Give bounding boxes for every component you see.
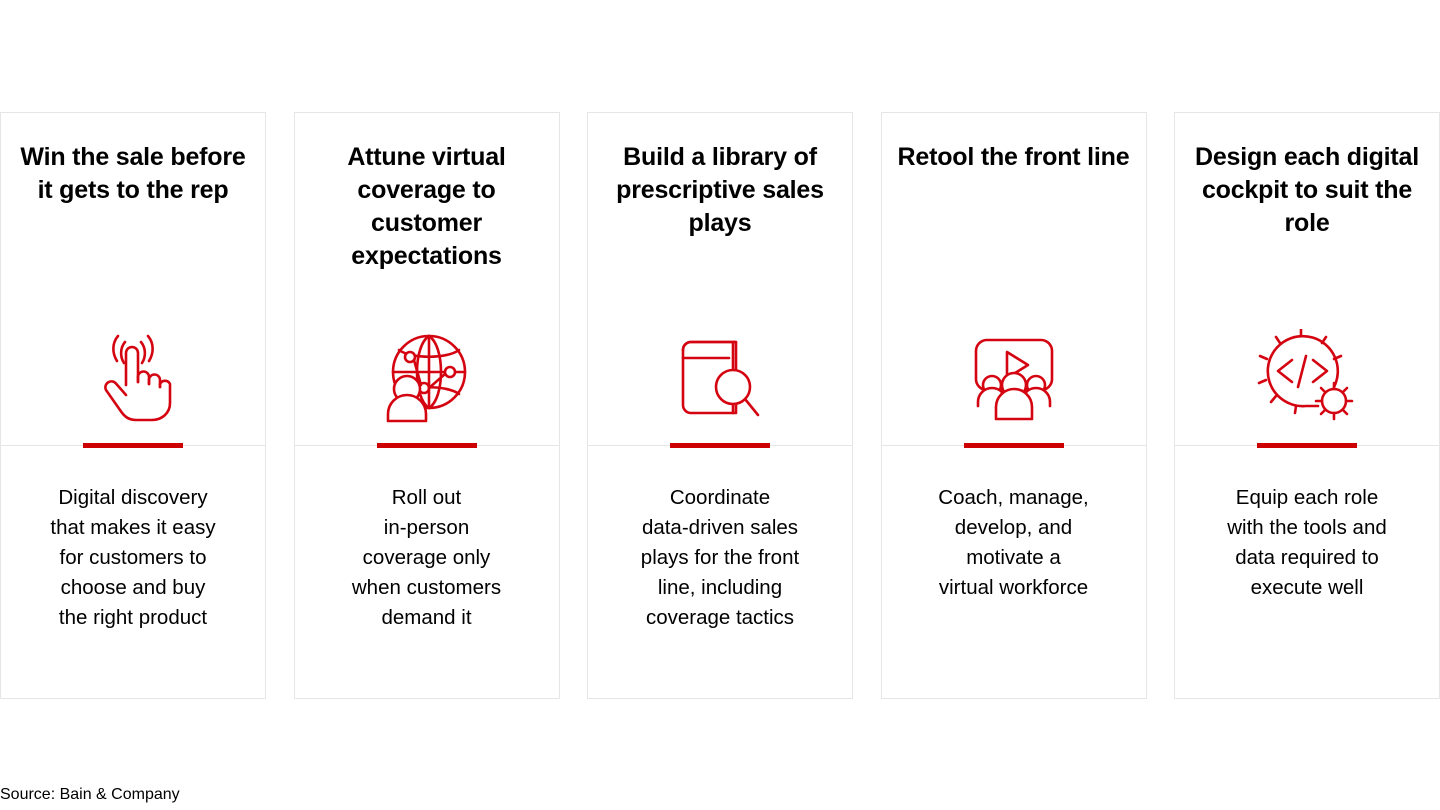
accent-bar bbox=[670, 443, 770, 448]
card-body: Equip each role with the tools and data … bbox=[1175, 446, 1439, 698]
accent-bar bbox=[376, 443, 477, 448]
card-body: Digital discovery that makes it easy for… bbox=[1, 446, 265, 698]
card-retool-the-front-line: Retool the front line Coach, manage, dev… bbox=[880, 112, 1147, 699]
card-body: Coach, manage, develop, and motivate a v… bbox=[882, 446, 1146, 698]
card-text: Digital discovery that makes it easy for… bbox=[50, 486, 216, 629]
card-title: Design each digital cockpit to suit the … bbox=[1194, 143, 1420, 237]
card-grid: Win the sale before it gets to the rep D… bbox=[0, 112, 1440, 699]
book-magnifier-icon bbox=[588, 327, 852, 423]
card-text: Coordinate data-driven sales plays for t… bbox=[640, 486, 800, 629]
card-text: Roll out in-person coverage only when cu… bbox=[351, 486, 502, 629]
card-divider bbox=[1, 443, 265, 448]
card-win-the-sale: Win the sale before it gets to the rep D… bbox=[0, 112, 266, 699]
accent-bar bbox=[83, 443, 183, 448]
card-title: Win the sale before it gets to the rep bbox=[20, 143, 246, 204]
card-header: Attune virtual coverage to customer expe… bbox=[295, 113, 559, 445]
source-note: Source: Bain & Company bbox=[0, 786, 180, 803]
card-title: Retool the front line bbox=[897, 143, 1130, 171]
code-gear-circle-icon bbox=[1175, 327, 1439, 423]
card-attune-virtual-coverage: Attune virtual coverage to customer expe… bbox=[293, 112, 560, 699]
video-training-group-icon bbox=[882, 327, 1146, 423]
globe-network-person-icon bbox=[295, 327, 559, 423]
card-body: Roll out in-person coverage only when cu… bbox=[295, 446, 559, 698]
card-text: Equip each role with the tools and data … bbox=[1227, 486, 1387, 599]
card-header: Design each digital cockpit to suit the … bbox=[1175, 113, 1439, 445]
card-divider bbox=[294, 443, 559, 448]
card-design-digital-cockpit: Design each digital cockpit to suit the … bbox=[1174, 112, 1440, 699]
card-title: Attune virtual coverage to customer expe… bbox=[347, 143, 506, 270]
card-text: Coach, manage, develop, and motivate a v… bbox=[938, 486, 1089, 599]
card-header: Win the sale before it gets to the rep bbox=[1, 113, 265, 445]
accent-bar bbox=[963, 443, 1064, 448]
card-header: Build a library of prescriptive sales pl… bbox=[588, 113, 852, 445]
tap-gesture-icon bbox=[1, 327, 265, 423]
card-body: Coordinate data-driven sales plays for t… bbox=[588, 446, 852, 698]
card-divider bbox=[1175, 443, 1439, 448]
card-header: Retool the front line bbox=[882, 113, 1146, 445]
accent-bar bbox=[1257, 443, 1357, 448]
card-divider bbox=[881, 443, 1146, 448]
card-title: Build a library of prescriptive sales pl… bbox=[616, 143, 824, 237]
card-divider bbox=[588, 443, 852, 448]
card-build-a-library: Build a library of prescriptive sales pl… bbox=[587, 112, 853, 699]
